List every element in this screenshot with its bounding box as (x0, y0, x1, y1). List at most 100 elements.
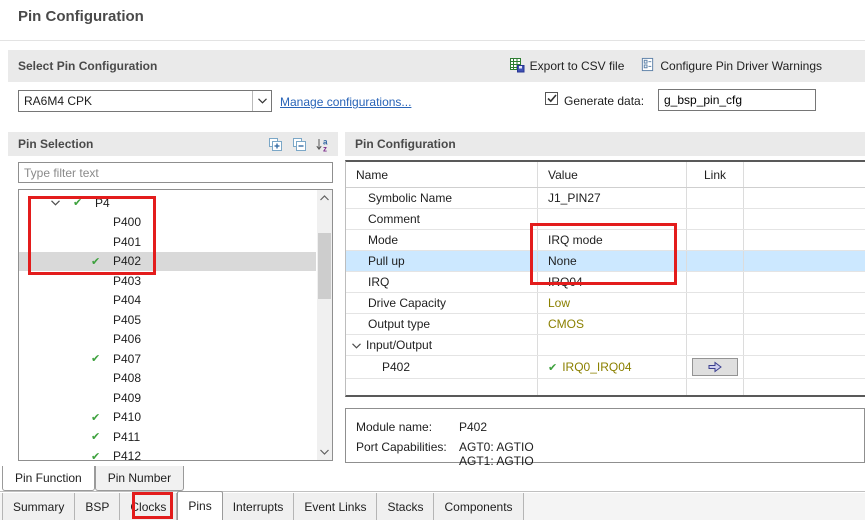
tree-item-p411[interactable]: ✔ P411 (19, 427, 316, 447)
expand-all-icon[interactable] (267, 136, 284, 153)
tree-item-label: P411 (113, 430, 140, 444)
pin-configuration-panel-header: Pin Configuration (345, 132, 865, 156)
goto-link-button[interactable] (692, 358, 738, 376)
pin-selection-header: Pin Selection az (8, 132, 338, 156)
tab-pin-function[interactable]: Pin Function (2, 466, 95, 491)
module-name-value: P402 (459, 420, 487, 434)
table-row-drive-capacity[interactable]: Drive Capacity Low (346, 293, 865, 314)
tree-item-label: P405 (113, 313, 141, 327)
tree-item-label: P410 (113, 410, 141, 424)
tree-item-label: P407 (113, 352, 141, 366)
select-pin-configuration-bar: Select Pin Configuration Export to CSV f… (8, 50, 865, 82)
collapse-all-icon[interactable] (291, 136, 308, 153)
tree-rows: ✔ P4 P400 P401 ✔ P402 P403 P404 P405 P40… (19, 193, 316, 461)
tree-item-label: P404 (113, 293, 141, 307)
export-csv-icon (509, 57, 525, 76)
pin-configuration-dropdown-value: RA6M4 CPK (19, 94, 252, 108)
scroll-down-icon[interactable] (317, 444, 332, 460)
tab-bsp[interactable]: BSP (75, 493, 120, 520)
generate-data-input[interactable] (658, 89, 816, 111)
table-row-irq[interactable]: IRQ IRQ04 (346, 272, 865, 293)
chevron-down-icon (252, 91, 271, 111)
configure-warnings-label: Configure Pin Driver Warnings (660, 59, 822, 73)
checkmark-icon: ✔ (73, 196, 95, 209)
tree-item-p410[interactable]: ✔ P410 (19, 408, 316, 428)
tree-item-p4[interactable]: ✔ P4 (19, 193, 316, 213)
configure-warnings-icon (640, 57, 655, 75)
pin-filter-input[interactable] (18, 162, 333, 183)
scroll-up-icon[interactable] (317, 190, 332, 206)
pin-property-table: Name Value Link Symbolic Name J1_PIN27 C… (345, 160, 865, 397)
select-pin-configuration-title: Select Pin Configuration (18, 59, 157, 73)
checkmark-icon: ✔ (91, 430, 113, 443)
tab-interrupts[interactable]: Interrupts (223, 493, 295, 520)
svg-text:z: z (323, 144, 327, 152)
table-row-pull-up[interactable]: Pull up None (346, 251, 865, 272)
table-row-output-type[interactable]: Output type CMOS (346, 314, 865, 335)
tree-item-label: P4 (95, 196, 110, 210)
top-toolbar: Export to CSV file Configure Pin Driver … (509, 50, 822, 82)
title-separator (0, 40, 865, 41)
table-header-row: Name Value Link (346, 162, 865, 188)
tree-item-label: P409 (113, 391, 141, 405)
tab-stacks[interactable]: Stacks (377, 493, 434, 520)
tree-item-p400[interactable]: P400 (19, 213, 316, 233)
pin-selection-tree: ✔ P4 P400 P401 ✔ P402 P403 P404 P405 P40… (18, 189, 333, 461)
tree-item-p402[interactable]: ✔ P402 (19, 252, 316, 272)
table-row-mode[interactable]: Mode IRQ mode (346, 230, 865, 251)
tree-item-p408[interactable]: P408 (19, 369, 316, 389)
chevron-down-icon[interactable] (51, 200, 73, 206)
tab-pin-number[interactable]: Pin Number (95, 466, 184, 491)
export-csv-button[interactable]: Export to CSV file (509, 57, 625, 76)
tab-clocks[interactable]: Clocks (120, 493, 177, 520)
column-header-value: Value (538, 162, 687, 187)
module-info-box: Module name: P402 Port Capabilities: AGT… (345, 408, 865, 463)
checkmark-icon: ✔ (91, 255, 113, 268)
tree-item-p407[interactable]: ✔ P407 (19, 349, 316, 369)
checkmark-icon: ✔ (91, 411, 113, 424)
table-row-p402[interactable]: P402 ✔ IRQ0_IRQ04 (346, 356, 865, 379)
pin-configuration-dropdown[interactable]: RA6M4 CPK (18, 90, 272, 112)
tree-item-p401[interactable]: P401 (19, 232, 316, 252)
tree-item-p409[interactable]: P409 (19, 388, 316, 408)
module-name-label: Module name: (356, 420, 459, 434)
table-row-comment[interactable]: Comment (346, 209, 865, 230)
tab-summary[interactable]: Summary (2, 493, 75, 520)
tree-item-label: P400 (113, 215, 141, 229)
tab-components[interactable]: Components (434, 493, 523, 520)
chevron-down-icon[interactable] (352, 338, 361, 352)
tree-item-p412[interactable]: ✔ P412 (19, 447, 316, 462)
pin-selection-title: Pin Selection (18, 137, 93, 151)
tree-item-label: P412 (113, 449, 141, 461)
tab-pins[interactable]: Pins (177, 491, 222, 520)
table-row-symbolic-name[interactable]: Symbolic Name J1_PIN27 (346, 188, 865, 209)
port-capabilities-label: Port Capabilities: (356, 440, 459, 468)
pin-selection-toolbar: az (267, 132, 332, 156)
table-row-empty[interactable] (346, 379, 865, 395)
right-arrow-icon (707, 361, 723, 373)
table-row-input-output[interactable]: Input/Output (346, 335, 865, 356)
generate-data-label: Generate data: (564, 94, 644, 108)
tree-item-p405[interactable]: P405 (19, 310, 316, 330)
column-header-name: Name (346, 162, 538, 187)
port-capability-value: AGT0: AGTIO (459, 440, 534, 454)
tree-item-label: P401 (113, 235, 141, 249)
column-header-link: Link (687, 162, 744, 187)
export-csv-label: Export to CSV file (530, 59, 625, 73)
checkmark-icon: ✔ (548, 361, 557, 374)
tree-item-p403[interactable]: P403 (19, 271, 316, 291)
tree-item-label: P403 (113, 274, 141, 288)
configure-pin-driver-warnings-button[interactable]: Configure Pin Driver Warnings (640, 57, 822, 75)
tree-item-label: P402 (113, 254, 141, 268)
tree-item-label: P406 (113, 332, 141, 346)
manage-configurations-link[interactable]: Manage configurations... (280, 95, 411, 109)
tree-item-label: P408 (113, 371, 141, 385)
scrollbar-thumb[interactable] (318, 233, 331, 299)
sort-alphabetical-icon[interactable]: az (315, 136, 332, 153)
tree-item-p404[interactable]: P404 (19, 291, 316, 311)
tab-event-links[interactable]: Event Links (294, 493, 377, 520)
tree-item-p406[interactable]: P406 (19, 330, 316, 350)
generate-data-checkbox[interactable] (545, 92, 558, 105)
checkmark-icon: ✔ (91, 352, 113, 365)
tree-scrollbar[interactable] (317, 190, 332, 460)
